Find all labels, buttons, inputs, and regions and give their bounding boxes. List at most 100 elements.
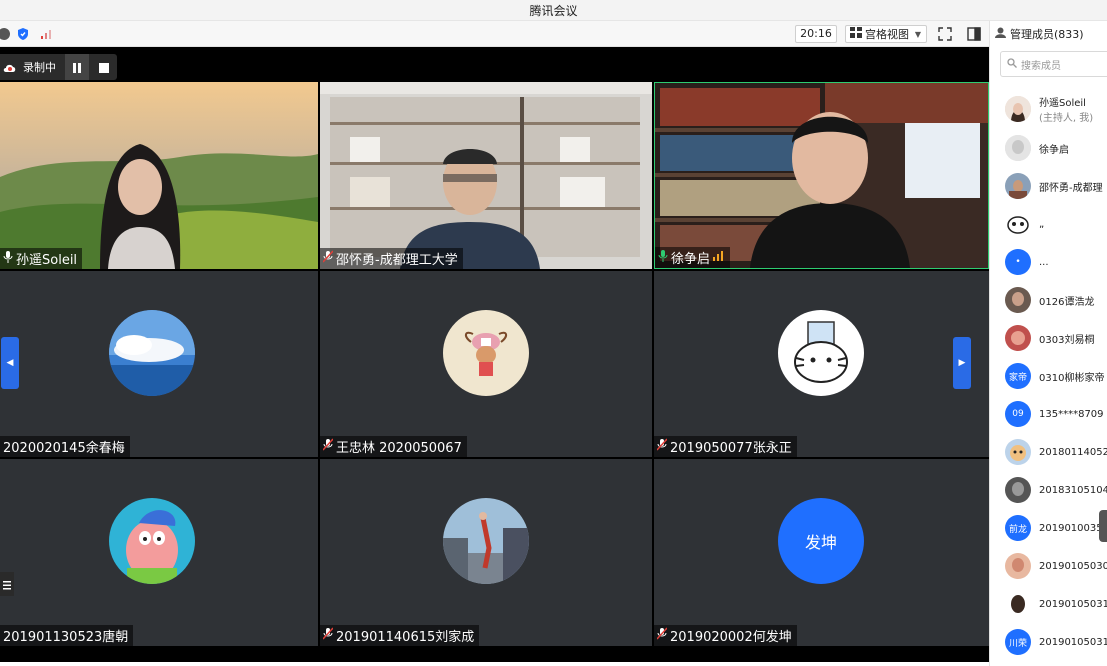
member-name: 20190105031: [1039, 636, 1107, 648]
view-mode-button[interactable]: 宫格视图 ▼: [845, 25, 927, 43]
participant-name: 王忠林 2020050067: [336, 441, 462, 456]
member-name: 20190105031: [1039, 598, 1107, 610]
video-tile-active-speaker[interactable]: 徐争启: [654, 82, 989, 269]
stop-recording-button[interactable]: [92, 54, 116, 80]
video-grid: 录制中 孙遥Soleil 邵怀勇-成都理工大学 徐争启 2020020145余春…: [0, 47, 989, 662]
member-list-item[interactable]: 川荣 20190105031: [1005, 627, 1107, 657]
member-avatar: [1005, 96, 1031, 122]
member-name: „: [1039, 218, 1045, 230]
participant-name-tag: 徐争启: [655, 247, 731, 268]
prev-page-button[interactable]: ◀: [1, 337, 19, 389]
video-feed: [655, 83, 988, 268]
participant-name: 2019020002何发坤: [670, 630, 792, 645]
signal-icon[interactable]: [38, 26, 54, 42]
member-list-item[interactable]: 20190105030: [1005, 551, 1107, 581]
participant-name-tag: 王忠林 2020050067: [320, 436, 467, 457]
participant-avatar: [109, 310, 195, 396]
avatar-initials: 发坤: [804, 533, 837, 552]
member-list-item[interactable]: 20180114052: [1005, 437, 1107, 467]
avatar-tile[interactable]: 发坤 2019020002何发坤: [654, 459, 989, 646]
participant-name: 201901130523唐朝: [3, 630, 129, 645]
recording-label: 录制中: [23, 61, 56, 74]
member-list-item[interactable]: 孙遥Soleil (主持人, 我): [1005, 94, 1093, 124]
title-bar: 腾讯会议: [0, 0, 1107, 21]
member-name: 20180114052: [1039, 446, 1107, 458]
member-avatar: [1005, 591, 1031, 617]
view-mode-label: 宫格视图: [865, 28, 909, 41]
shield-icon[interactable]: [15, 26, 31, 42]
participant-avatar: [109, 498, 195, 584]
member-name: 孙遥Soleil: [1039, 98, 1086, 109]
avatar-tile[interactable]: 2020020145余春梅: [0, 271, 318, 457]
member-avatar: [1005, 325, 1031, 351]
mic-on-icon: [3, 250, 13, 267]
menu-icon: [3, 575, 11, 594]
member-list-item[interactable]: 09 135****8709: [1005, 399, 1104, 429]
member-list-item[interactable]: 邵怀勇-成都理: [1005, 171, 1103, 201]
member-name: 2019010035: [1039, 522, 1103, 534]
member-list-item[interactable]: • ...: [1005, 247, 1049, 277]
cloud-record-icon: [3, 58, 17, 77]
participant-name: 2019050077张永正: [670, 441, 792, 456]
participant-avatar: 发坤: [778, 498, 864, 584]
member-name: 徐争启: [1039, 144, 1069, 156]
member-avatar: 前龙: [1005, 515, 1031, 541]
grid-icon: [850, 27, 862, 41]
member-search-input[interactable]: 搜索成员: [1000, 51, 1107, 77]
pause-recording-button[interactable]: [65, 54, 89, 80]
member-list-item[interactable]: 0303刘易桐: [1005, 323, 1094, 353]
pause-icon: [72, 58, 82, 77]
member-avatar: [1005, 477, 1031, 503]
mic-muted-icon: [656, 438, 668, 455]
participant-avatar: [778, 310, 864, 396]
avatar-tile[interactable]: 王忠林 2020050067: [320, 271, 652, 457]
participant-name-tag: 邵怀勇-成都理工大学: [320, 248, 463, 269]
video-tile[interactable]: 孙遥Soleil: [0, 82, 318, 269]
window-title: 腾讯会议: [529, 4, 578, 18]
member-list-item[interactable]: 徐争启: [1005, 133, 1069, 163]
mic-muted-icon: [322, 250, 334, 267]
member-list-item[interactable]: 家帝 0310柳彬家帝: [1005, 361, 1104, 391]
participant-avatar: [443, 498, 529, 584]
member-list-item[interactable]: 20183105104: [1005, 475, 1107, 505]
member-name: 邵怀勇-成都理: [1039, 182, 1103, 194]
member-panel-header: 管理成员(833): [995, 26, 1084, 42]
member-list-item[interactable]: „: [1005, 209, 1044, 239]
member-list-item[interactable]: 0126谭浩龙: [1005, 285, 1094, 315]
chevron-left-icon: ◀: [6, 358, 14, 368]
participant-name: 孙遥Soleil: [16, 253, 78, 268]
avatar-tile[interactable]: 201901140615刘家成: [320, 459, 652, 646]
mic-muted-icon: [322, 627, 334, 644]
fullscreen-icon[interactable]: [937, 26, 953, 42]
chevron-down-icon: ▼: [914, 29, 921, 39]
sidebar-toggle-icon[interactable]: [966, 26, 982, 42]
member-name: 0310柳彬家帝: [1039, 372, 1105, 384]
meeting-time: 20:16: [795, 25, 837, 43]
volume-bars-icon: [713, 250, 725, 265]
search-placeholder: 搜索成员: [1021, 60, 1061, 72]
menu-toggle-button[interactable]: [0, 572, 14, 596]
panel-scroll-handle[interactable]: [1099, 510, 1107, 542]
member-list-item[interactable]: 前龙 2019010035: [1005, 513, 1103, 543]
next-page-button[interactable]: ▶: [953, 337, 971, 389]
member-avatar: •: [1005, 249, 1031, 275]
mic-muted-icon: [322, 438, 334, 455]
member-avatar: [1005, 553, 1031, 579]
member-avatar: [1005, 135, 1031, 161]
info-icon[interactable]: [0, 26, 12, 42]
member-name: 135****8709: [1039, 408, 1104, 420]
recording-bar: 录制中: [0, 47, 989, 80]
recording-indicator: 录制中: [0, 54, 117, 80]
mic-on-icon: [658, 249, 668, 266]
participant-name: 邵怀勇-成都理工大学: [336, 253, 458, 268]
member-list-item[interactable]: 20190105031: [1005, 589, 1107, 619]
chevron-right-icon: ▶: [958, 358, 966, 368]
participant-avatar: [443, 310, 529, 396]
avatar-tile[interactable]: 2019050077张永正: [654, 271, 989, 457]
avatar-tile[interactable]: 201901130523唐朝: [0, 459, 318, 646]
user-icon: [995, 27, 1006, 41]
video-tile[interactable]: 邵怀勇-成都理工大学: [320, 82, 652, 269]
video-feed: [0, 82, 318, 269]
member-name: 0126谭浩龙: [1039, 296, 1095, 308]
participant-name: 徐争启: [671, 252, 711, 267]
